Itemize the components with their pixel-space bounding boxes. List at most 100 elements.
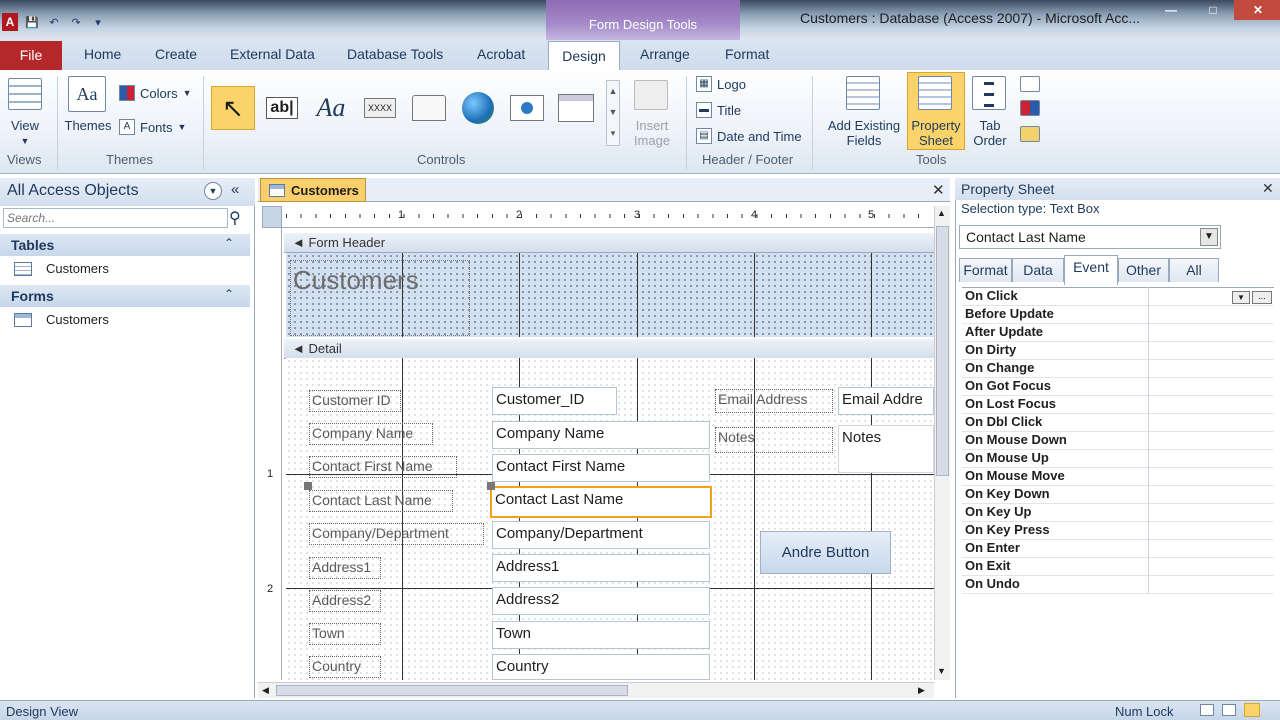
field-label[interactable]: Email Address xyxy=(715,389,833,413)
search-icon[interactable]: ⚲ xyxy=(229,208,241,228)
move-handle[interactable] xyxy=(487,482,495,490)
property-row[interactable]: On Mouse Move xyxy=(962,468,1274,486)
collapse-icon[interactable]: ⌃ xyxy=(224,287,234,301)
scroll-right-icon[interactable]: ▶ xyxy=(918,685,925,696)
insert-image-button[interactable]: Insert Image xyxy=(624,118,680,148)
design-view-icon[interactable] xyxy=(1244,703,1260,717)
hyperlink-control[interactable] xyxy=(456,86,500,130)
tab-external-data[interactable]: External Data xyxy=(230,46,315,62)
move-handle[interactable] xyxy=(304,482,312,490)
nav-item-customers-form[interactable]: Customers xyxy=(14,312,109,327)
ps-tab-all[interactable]: All xyxy=(1169,258,1219,282)
view-button[interactable]: View xyxy=(4,118,46,133)
property-row[interactable]: On Change xyxy=(962,360,1274,378)
save-icon[interactable]: 💾 xyxy=(24,14,40,30)
logo-button[interactable]: ▦ Logo xyxy=(696,76,746,92)
tab-control[interactable] xyxy=(407,86,451,130)
close-window-button[interactable]: ✕ xyxy=(1234,0,1280,20)
field-label[interactable]: Company Name xyxy=(309,423,433,445)
scroll-up-icon[interactable]: ▲ xyxy=(937,208,946,218)
nav-menu-chevron-icon[interactable]: ▼ xyxy=(204,182,222,200)
date-time-button[interactable]: ▤ Date and Time xyxy=(696,128,802,144)
field-label[interactable]: Company/Department xyxy=(309,523,484,545)
field-label[interactable]: Country xyxy=(309,656,381,678)
close-document-icon[interactable]: ✕ xyxy=(932,181,945,199)
property-row[interactable]: On Dbl Click xyxy=(962,414,1274,432)
ps-tab-format[interactable]: Format xyxy=(959,258,1012,282)
property-row[interactable]: On Key Up xyxy=(962,504,1274,522)
close-property-sheet-icon[interactable]: ✕ xyxy=(1262,180,1274,197)
form-selector[interactable] xyxy=(262,206,282,228)
shutter-bar-close-icon[interactable]: « xyxy=(231,181,239,198)
search-input[interactable] xyxy=(3,208,228,228)
property-row[interactable]: On Lost Focus xyxy=(962,396,1274,414)
scroll-thumb[interactable] xyxy=(276,685,628,696)
form-header-section-bar[interactable]: ◄ Form Header xyxy=(284,233,934,253)
field-label[interactable]: Address2 xyxy=(309,590,381,612)
nav-section-forms[interactable]: Forms xyxy=(0,285,250,307)
nav-section-tables[interactable]: Tables xyxy=(0,234,250,256)
collapse-icon[interactable]: ⌃ xyxy=(224,236,234,250)
tab-order-button[interactable]: Tab Order xyxy=(966,118,1014,148)
horizontal-scrollbar[interactable]: ◀ ▶ xyxy=(258,682,934,698)
ps-tab-other[interactable]: Other xyxy=(1118,258,1169,282)
tab-arrange[interactable]: Arrange xyxy=(640,46,690,62)
ps-tab-event[interactable]: Event xyxy=(1064,255,1118,285)
property-sheet-button[interactable]: Property Sheet xyxy=(907,118,965,148)
maximize-button[interactable]: □ xyxy=(1192,0,1234,20)
chevron-down-icon[interactable]: ▼ xyxy=(1200,228,1218,246)
field-textbox[interactable]: Notes xyxy=(838,425,934,473)
add-existing-fields-button[interactable]: Add Existing Fields xyxy=(822,118,906,148)
vertical-scrollbar[interactable]: ▲ ▼ xyxy=(934,206,950,680)
field-textbox[interactable]: Town xyxy=(492,621,710,649)
field-textbox[interactable]: Email Addre xyxy=(838,387,934,415)
property-row[interactable]: On Mouse Up xyxy=(962,450,1274,468)
convert-macros-icon[interactable] xyxy=(1020,126,1040,142)
scroll-down-icon[interactable]: ▼ xyxy=(937,666,946,676)
field-label[interactable]: Contact First Name xyxy=(309,456,457,478)
view-code-icon[interactable] xyxy=(1020,100,1040,116)
field-textbox[interactable]: Company Name xyxy=(492,421,710,449)
fonts-button[interactable]: A Fonts ▼ xyxy=(119,119,186,135)
field-textbox[interactable]: Customer_ID xyxy=(492,387,617,415)
property-row[interactable]: After Update xyxy=(962,324,1274,342)
property-row[interactable]: On Exit xyxy=(962,558,1274,576)
form-title-label[interactable]: Customers xyxy=(290,260,470,336)
property-row[interactable]: On Key Down xyxy=(962,486,1274,504)
tab-create[interactable]: Create xyxy=(155,46,197,62)
nav-item-customers-table[interactable]: Customers xyxy=(14,261,109,276)
web-browser-control[interactable] xyxy=(505,86,549,130)
field-textbox[interactable]: Address2 xyxy=(492,587,710,615)
ps-tab-data[interactable]: Data xyxy=(1012,258,1064,282)
field-label[interactable]: Town xyxy=(309,623,381,645)
form-view-icon[interactable] xyxy=(1200,704,1214,716)
label-control[interactable]: Aa xyxy=(309,86,353,130)
undo-icon[interactable]: ↶ xyxy=(46,14,62,30)
redo-icon[interactable]: ↷ xyxy=(68,14,84,30)
property-row[interactable]: On Got Focus xyxy=(962,378,1274,396)
selected-field-textbox[interactable]: Contact Last Name xyxy=(490,486,712,518)
field-label[interactable]: Contact Last Name xyxy=(309,490,453,512)
minimize-button[interactable]: — xyxy=(1150,0,1192,20)
chevron-down-icon[interactable]: ▼ xyxy=(1232,291,1250,304)
property-row[interactable]: On Undo xyxy=(962,576,1274,594)
tab-design[interactable]: Design xyxy=(548,41,620,71)
scroll-left-icon[interactable]: ◀ xyxy=(262,685,269,696)
tab-home[interactable]: Home xyxy=(84,46,121,62)
property-row[interactable]: Before Update xyxy=(962,306,1274,324)
title-button[interactable]: ▬ Title xyxy=(696,102,741,118)
tab-acrobat[interactable]: Acrobat xyxy=(477,46,525,62)
property-row[interactable]: On Mouse Down xyxy=(962,432,1274,450)
access-logo-icon[interactable]: A xyxy=(2,13,18,31)
navigation-control[interactable] xyxy=(554,86,598,130)
subform-icon[interactable] xyxy=(1020,76,1040,92)
field-textbox[interactable]: Contact First Name xyxy=(492,454,710,482)
document-tab-customers[interactable]: Customers xyxy=(260,178,366,202)
field-label[interactable]: Customer ID xyxy=(309,390,401,412)
controls-gallery-scroll[interactable]: ▲ ▼ ▾ xyxy=(606,80,620,146)
select-pointer-tool[interactable]: ↖ xyxy=(211,86,255,130)
builder-ellipsis-button[interactable]: ... xyxy=(1252,291,1272,304)
field-label[interactable]: Address1 xyxy=(309,557,381,579)
themes-button[interactable]: Themes xyxy=(62,118,114,133)
object-selector[interactable]: Contact Last Name xyxy=(959,225,1221,249)
